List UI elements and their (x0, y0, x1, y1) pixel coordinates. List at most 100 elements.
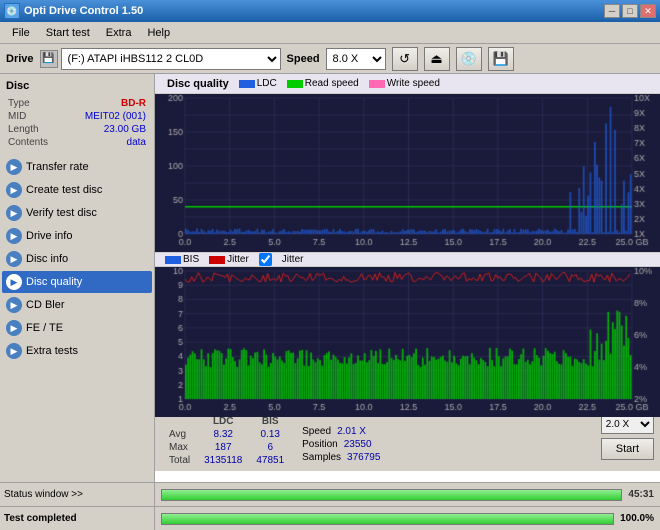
avg-ldc: 8.32 (198, 429, 248, 440)
sidebar-btn-verify-test-disc[interactable]: ▶ Verify test disc (2, 202, 152, 224)
disc-contents-label: Contents (8, 137, 62, 148)
disc-button[interactable]: 💿 (456, 47, 482, 71)
disc-length-label: Length (8, 124, 62, 135)
sidebar-btn-transfer-rate[interactable]: ▶ Transfer rate (2, 156, 152, 178)
upper-chart-canvas (155, 94, 660, 252)
drivebar: Drive 💾 (F:) ATAPI iHBS112 2 CL0D Speed … (0, 44, 660, 74)
col-ldc: LDC (198, 416, 248, 427)
chart-legend-upper: LDC Read speed Write speed (239, 78, 440, 89)
app-title: Opti Drive Control 1.50 (24, 5, 143, 17)
completion-right: 100.0% (155, 513, 660, 525)
position-row: Position 23550 (302, 439, 591, 450)
completion-progress-fill (162, 514, 613, 524)
titlebar: 💿 Opti Drive Control 1.50 ─ □ ✕ (0, 0, 660, 22)
avg-bis: 0.13 (250, 429, 290, 440)
sidebar-btn-create-test-disc[interactable]: ▶ Create test disc (2, 179, 152, 201)
menu-extra[interactable]: Extra (98, 25, 140, 41)
transfer-rate-icon: ▶ (6, 159, 22, 175)
col-bis: BIS (250, 416, 290, 427)
total-ldc: 3135118 (198, 455, 248, 466)
read-legend-color (287, 80, 303, 88)
disc-type-value: BD-R (64, 98, 146, 109)
max-label: Max (163, 442, 196, 453)
status-window-button[interactable]: Status window >> (4, 489, 150, 500)
statusbar: Status window >> 45:31 (0, 482, 660, 506)
sidebar-btn-disc-info[interactable]: ▶ Disc info (2, 248, 152, 270)
stats-table: LDC BIS Avg 8.32 0.13 Max 187 6 (161, 414, 292, 468)
progress-bar (161, 489, 622, 501)
status-window-label: Status window >> (4, 489, 83, 500)
save-button[interactable]: 💾 (488, 47, 514, 71)
start-button[interactable]: Start (601, 438, 654, 460)
sidebar-btn-cd-bler[interactable]: ▶ CD Bler (2, 294, 152, 316)
drive-info-icon: ▶ (6, 228, 22, 244)
disc-contents-value: data (64, 137, 146, 148)
refresh-button[interactable]: ↺ (392, 47, 418, 71)
lower-chart-section: BIS Jitter Jitter (155, 252, 660, 410)
drive-icon: 💾 (40, 50, 58, 68)
menu-help[interactable]: Help (139, 25, 178, 41)
sidebar-btn-disc-quality[interactable]: ▶ Disc quality (2, 271, 152, 293)
avg-label: Avg (163, 429, 196, 440)
position-label: Position (302, 439, 338, 450)
speed-label: Speed (287, 53, 320, 65)
eject-button[interactable]: ⏏ (424, 47, 450, 71)
app-icon: 💿 (4, 3, 20, 19)
max-ldc: 187 (198, 442, 248, 453)
speed-row: Speed 2.01 X (302, 426, 591, 437)
speed-value: 2.01 X (337, 426, 366, 437)
max-bis: 6 (250, 442, 290, 453)
close-button[interactable]: ✕ (640, 4, 656, 18)
minimize-button[interactable]: ─ (604, 4, 620, 18)
read-legend-label: Read speed (305, 78, 359, 89)
jitter-checkbox[interactable] (259, 253, 272, 266)
upper-chart-header: Disc quality LDC Read speed Write speed (155, 74, 660, 94)
disc-type-label: Type (8, 98, 62, 109)
completion-label: Test completed (0, 507, 155, 530)
create-test-disc-icon: ▶ (6, 182, 22, 198)
jitter-legend-color (209, 256, 225, 264)
menubar: File Start test Extra Help (0, 22, 660, 44)
test-speed-select[interactable]: 2.0 X (601, 414, 654, 434)
menu-start-test[interactable]: Start test (38, 25, 98, 41)
maximize-button[interactable]: □ (622, 4, 638, 18)
menu-file[interactable]: File (4, 25, 38, 41)
upper-chart-area (155, 94, 660, 252)
extra-tests-icon: ▶ (6, 343, 22, 359)
content-area: Disc quality LDC Read speed Write speed (155, 74, 660, 482)
samples-row: Samples 376795 (302, 452, 591, 463)
lower-chart-canvas (155, 267, 660, 417)
chart-title: Disc quality (167, 78, 229, 90)
stats-bar: LDC BIS Avg 8.32 0.13 Max 187 6 (155, 410, 660, 471)
disc-info-icon: ▶ (6, 251, 22, 267)
ldc-legend-label: LDC (257, 78, 277, 89)
ldc-legend-color (239, 80, 255, 88)
status-right: 45:31 (155, 483, 660, 506)
sidebar-btn-drive-info[interactable]: ▶ Drive info (2, 225, 152, 247)
verify-test-disc-icon: ▶ (6, 205, 22, 221)
completionbar: Test completed 100.0% (0, 506, 660, 530)
sidebar-btn-fe-te[interactable]: ▶ FE / TE (2, 317, 152, 339)
disc-quality-icon: ▶ (6, 274, 22, 290)
bis-legend-label: BIS (183, 254, 199, 265)
write-legend-label: Write speed (387, 78, 440, 89)
sidebar: Disc Type BD-R MID MEIT02 (001) Length 2… (0, 74, 155, 482)
completion-progress-bar (161, 513, 614, 525)
status-left: Status window >> (0, 483, 155, 506)
sidebar-btn-extra-tests[interactable]: ▶ Extra tests (2, 340, 152, 362)
drive-select[interactable]: (F:) ATAPI iHBS112 2 CL0D (61, 48, 281, 70)
lower-chart-header: BIS Jitter Jitter (155, 253, 660, 267)
position-value: 23550 (344, 439, 372, 450)
cd-bler-icon: ▶ (6, 297, 22, 313)
total-label: Total (163, 455, 196, 466)
jitter-legend-label: Jitter (227, 254, 249, 265)
disc-section-label: Disc (2, 78, 152, 94)
fe-te-icon: ▶ (6, 320, 22, 336)
disc-mid-value: MEIT02 (001) (64, 111, 146, 122)
drive-label: Drive (6, 53, 34, 65)
upper-chart-section: Disc quality LDC Read speed Write speed (155, 74, 660, 252)
progress-bar-fill (162, 490, 621, 500)
disc-length-value: 23.00 GB (64, 124, 146, 135)
speed-select[interactable]: 8.0 X (326, 48, 386, 70)
lower-chart-area (155, 267, 660, 417)
